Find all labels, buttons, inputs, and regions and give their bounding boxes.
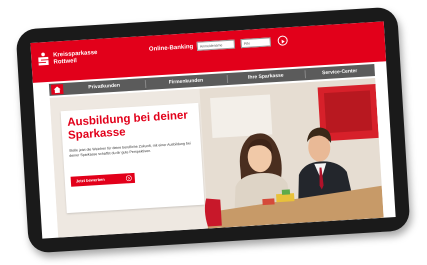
username-input[interactable]: Anmeldename <box>196 39 236 51</box>
home-button[interactable] <box>50 84 64 95</box>
apply-now-button[interactable]: Jetzt bewerben <box>70 172 136 187</box>
nav-divider <box>144 80 147 89</box>
pin-input[interactable]: PIN <box>240 37 271 49</box>
login-submit-button[interactable] <box>277 35 288 46</box>
hero-banner: Ausbildung bei deiner Sparkasse Stelle j… <box>49 78 384 238</box>
hero-title: Ausbildung bei deiner Sparkasse <box>66 109 189 142</box>
nav-divider <box>226 75 229 84</box>
brand-region[interactable]: Rottweil <box>53 58 77 65</box>
sparkasse-logo-icon[interactable] <box>37 52 50 67</box>
hero-description: Stelle jetzt die Weichen für deine beruf… <box>68 141 191 158</box>
tablet-frame: Kreissparkasse Rottweil Online-Banking A… <box>15 6 411 254</box>
apply-now-label: Jetzt bewerben <box>75 176 105 184</box>
home-icon <box>53 86 61 94</box>
hero-card: Ausbildung bei deiner Sparkasse Stelle j… <box>60 102 205 214</box>
scene: Kreissparkasse Rottweil Online-Banking A… <box>0 0 427 265</box>
online-banking-label: Online-Banking <box>148 44 194 53</box>
arrow-right-icon <box>125 175 132 182</box>
browser-screen: Kreissparkasse Rottweil Online-Banking A… <box>30 21 396 239</box>
